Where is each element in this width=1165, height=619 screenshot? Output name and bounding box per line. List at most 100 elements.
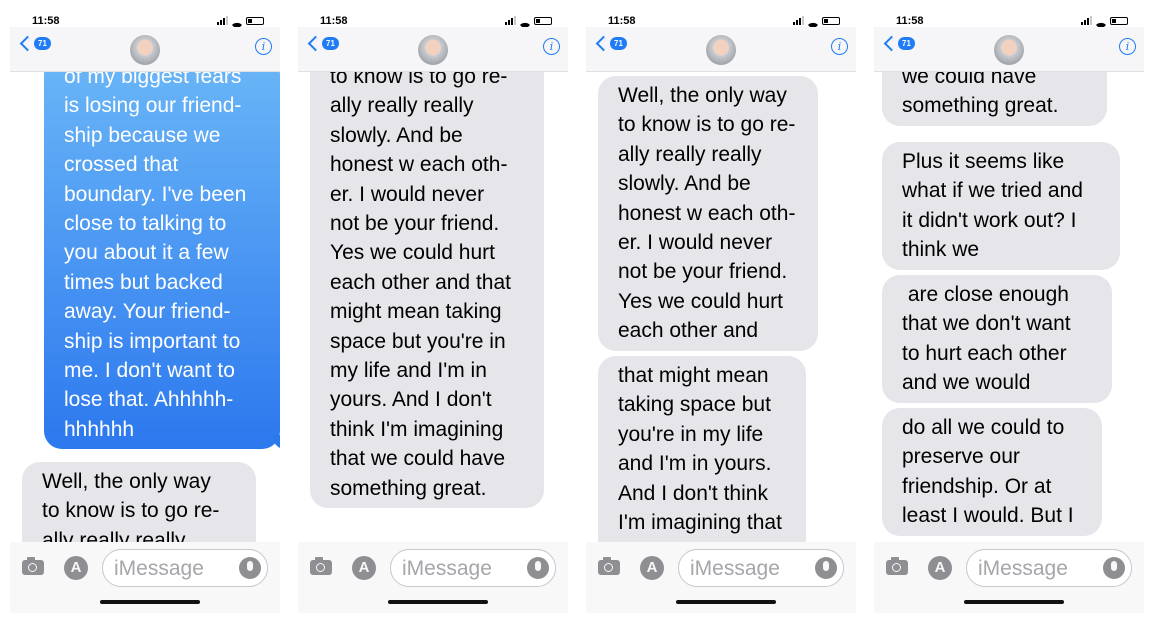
imessage-placeholder: iMessage — [690, 557, 780, 580]
home-indicator — [964, 600, 1064, 604]
info-icon[interactable]: i — [831, 38, 848, 55]
message-line: to know is to go re- — [42, 499, 220, 523]
message-line: boundary. I've been — [64, 182, 247, 206]
camera-icon[interactable] — [886, 557, 908, 575]
message-line: we could have — [902, 72, 1037, 88]
message-line: my life and I'm in — [330, 359, 487, 383]
back-button[interactable]: 71 — [306, 35, 339, 52]
status-bar: 11:58 — [298, 5, 568, 30]
unread-count-badge: 71 — [898, 37, 915, 50]
message-line: that might mean — [618, 364, 769, 387]
unread-count-badge: 71 — [34, 37, 51, 50]
contact-avatar[interactable] — [130, 35, 160, 65]
phone-screen: 11:58 71 i we could have something great. Plu… — [874, 5, 1144, 613]
wifi-icon — [520, 17, 530, 30]
message-line: do all we could to — [902, 416, 1065, 439]
app-store-icon[interactable]: A — [928, 556, 952, 580]
info-icon[interactable]: i — [543, 38, 560, 55]
message-line: crossed that — [64, 153, 179, 177]
message-line: honest w each oth- — [330, 153, 508, 177]
message-line: to know is to go re- — [330, 72, 508, 88]
message-line: least I would. But I — [902, 504, 1074, 528]
microphone-icon[interactable] — [815, 557, 837, 579]
message-line: it didn't work out? I — [902, 208, 1077, 232]
message-line: space but you're in — [330, 329, 506, 353]
message-line: Yes we could hurt — [618, 289, 783, 313]
imessage-placeholder: iMessage — [978, 557, 1068, 580]
status-time: 11:58 — [32, 15, 60, 27]
received-message-bubble: Well, the only way to know is to go re-al… — [22, 462, 256, 542]
received-message-bubble: Well, the only way to know is to go re-al… — [598, 76, 818, 351]
status-icons — [505, 16, 552, 30]
message-line: slowly. And be — [330, 123, 463, 147]
message-line: what if we tried and — [902, 179, 1083, 203]
message-line: you about it a few — [64, 241, 229, 265]
camera-icon[interactable] — [598, 557, 620, 575]
message-line: each other and that — [330, 270, 511, 294]
received-message-bubble: we could have something great. — [882, 72, 1107, 126]
info-icon[interactable]: i — [1119, 38, 1136, 55]
imessage-input[interactable]: iMessage — [390, 549, 556, 587]
message-line: ally really really — [42, 528, 186, 542]
app-store-icon[interactable]: A — [352, 556, 376, 580]
microphone-icon[interactable] — [527, 557, 549, 579]
sent-message-bubble: of my biggest fears is losing our friend-… — [44, 72, 280, 450]
camera-icon[interactable] — [22, 557, 44, 575]
message-line: Well, the only way — [618, 84, 787, 107]
home-indicator — [676, 600, 776, 604]
message-line: to know is to go re- — [618, 113, 796, 137]
message-line: not be your friend. — [618, 260, 788, 284]
compose-bar: AiMessage — [586, 542, 856, 613]
wifi-icon — [1096, 17, 1106, 30]
conversation-header: 71 i — [10, 27, 280, 72]
received-message-bubble: that might mean taking space but you're in… — [598, 356, 806, 542]
contact-avatar[interactable] — [418, 35, 448, 65]
unread-count-badge: 71 — [322, 37, 339, 50]
wifi-icon — [808, 17, 818, 30]
received-message-bubble: Plus it seems like what if we tried and it… — [882, 142, 1120, 270]
message-line: Well, the only way — [42, 470, 211, 493]
back-chevron-icon — [307, 35, 324, 52]
camera-icon[interactable] — [310, 557, 332, 575]
message-line: slowly. And be — [618, 172, 751, 196]
message-line: close to talking to — [64, 212, 227, 236]
message-line: er. I would never — [330, 182, 485, 206]
imessage-placeholder: iMessage — [402, 557, 492, 580]
message-line: ally really really — [330, 94, 474, 118]
microphone-icon[interactable] — [239, 557, 261, 579]
back-button[interactable]: 71 — [594, 35, 627, 52]
received-message-bubble: are close enough that we don't want to hur… — [882, 275, 1112, 403]
imessage-input[interactable]: iMessage — [678, 549, 844, 587]
microphone-icon[interactable] — [1103, 557, 1125, 579]
message-line: might mean taking — [330, 300, 502, 324]
signal-icon — [793, 16, 804, 25]
imessage-input[interactable]: iMessage — [966, 549, 1132, 587]
message-line: ally really really — [618, 142, 762, 166]
status-bar: 11:58 — [10, 5, 280, 30]
contact-avatar[interactable] — [706, 35, 736, 65]
received-message-bubble: to know is to go re-ally really really sl… — [310, 72, 544, 508]
message-line: each other and — [618, 319, 759, 343]
back-button[interactable]: 71 — [882, 35, 915, 52]
back-button[interactable]: 71 — [18, 35, 51, 52]
status-time: 11:58 — [896, 15, 924, 27]
battery-icon — [534, 17, 552, 25]
home-indicator — [100, 600, 200, 604]
phone-screen: 11:58 71 i of my biggest fears is losing our… — [10, 5, 280, 613]
status-time: 11:58 — [320, 15, 348, 27]
message-line: that we don't want — [902, 312, 1071, 336]
imessage-input[interactable]: iMessage — [102, 549, 268, 587]
imessage-placeholder: iMessage — [114, 557, 204, 580]
battery-icon — [246, 17, 264, 25]
app-store-icon[interactable]: A — [640, 556, 664, 580]
message-line: are close enough — [902, 283, 1069, 306]
message-line: ship because we — [64, 123, 221, 147]
status-bar: 11:58 — [586, 5, 856, 30]
message-line: something great. — [902, 94, 1059, 118]
message-line: hhhhhh — [64, 417, 135, 441]
message-line: taking space but — [618, 393, 771, 417]
message-line: me. I don't want to — [64, 359, 235, 383]
contact-avatar[interactable] — [994, 35, 1024, 65]
info-icon[interactable]: i — [255, 38, 272, 55]
app-store-icon[interactable]: A — [64, 556, 88, 580]
